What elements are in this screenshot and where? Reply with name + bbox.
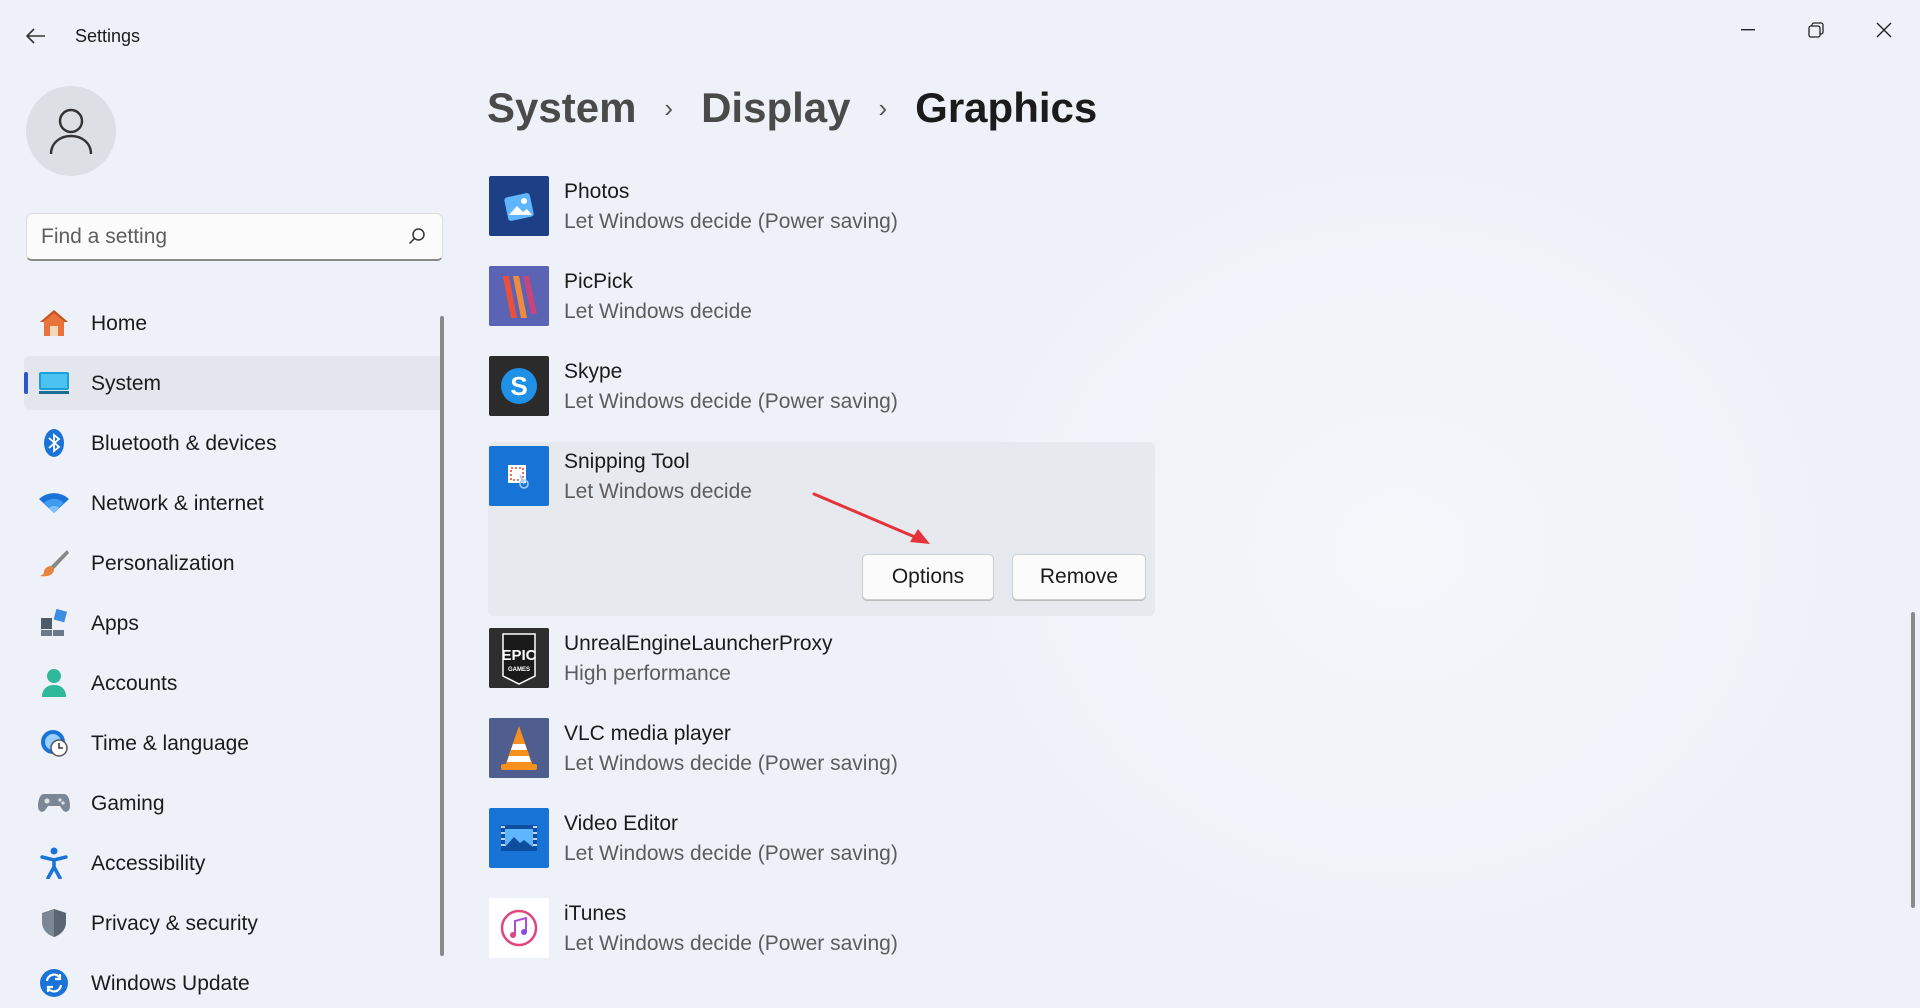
breadcrumb-display[interactable]: Display [701,84,850,132]
options-button[interactable]: Options [862,554,994,600]
back-arrow-icon [26,28,45,44]
close-button[interactable] [1856,8,1912,52]
sidebar-item-label: Gaming [91,792,165,815]
app-name: iTunes [564,902,627,925]
skype-app-icon: S [489,356,549,416]
app-preference: High performance [564,662,731,685]
sidebar-item-label: Windows Update [91,972,250,995]
close-icon [1876,22,1892,38]
update-icon [38,968,70,998]
app-preference: Let Windows decide [564,300,752,323]
avatar[interactable] [26,86,116,176]
wifi-icon [38,488,70,518]
sidebar-item-network[interactable]: Network & internet [24,476,444,530]
sidebar-item-label: Personalization [91,552,235,575]
home-icon [38,308,70,338]
sidebar-item-bluetooth[interactable]: Bluetooth & devices [24,416,444,470]
itunes-app-icon [489,898,549,958]
globe-clock-icon [38,728,70,758]
shield-icon [38,908,70,938]
app-name: UnrealEngineLauncherProxy [564,632,833,655]
system-icon [38,368,70,398]
sidebar-item-privacy[interactable]: Privacy & security [24,896,444,950]
sidebar-item-system[interactable]: System [24,356,444,410]
app-row-vlc[interactable]: VLC media player Let Windows decide (Pow… [488,714,1155,804]
snipping-tool-app-icon [489,446,549,506]
app-name: VLC media player [564,722,731,745]
app-row-skype[interactable]: S Skype Let Windows decide (Power saving… [488,352,1155,442]
apps-icon [38,608,70,638]
app-name: Snipping Tool [564,450,690,473]
svg-text:S: S [510,371,527,401]
app-row-photos[interactable]: Photos Let Windows decide (Power saving) [488,172,1155,262]
main-scrollbar[interactable] [1911,612,1915,908]
chevron-right-icon: › [664,92,674,123]
sidebar-item-accessibility[interactable]: Accessibility [24,836,444,890]
photos-app-icon [489,176,549,236]
sidebar-nav: Home System Bluetooth & devices Network … [24,296,444,1008]
sidebar-item-label: Accounts [91,672,178,695]
user-icon [49,108,93,155]
app-name: Photos [564,180,630,203]
bluetooth-icon [38,428,70,458]
page-title: Graphics [915,84,1098,131]
remove-button[interactable]: Remove [1012,554,1146,600]
epic-logo-text: EPIC [501,647,536,664]
chevron-right-icon: › [878,92,888,123]
sidebar-item-label: Bluetooth & devices [91,432,277,455]
sidebar-item-label: Network & internet [91,492,264,515]
sidebar-item-label: Accessibility [91,852,206,875]
sidebar-item-gaming[interactable]: Gaming [24,776,444,830]
breadcrumb: System › Display › Graphics [487,84,1097,132]
sidebar-item-label: Privacy & security [91,912,258,935]
app-name: PicPick [564,270,633,293]
sidebar-item-home[interactable]: Home [24,296,444,350]
app-preference: Let Windows decide (Power saving) [564,210,898,233]
sidebar-scrollbar[interactable] [440,316,444,956]
epic-games-app-icon: EPIC GAMES [489,628,549,688]
brush-icon [38,548,70,578]
sidebar-item-apps[interactable]: Apps [24,596,444,650]
minimize-icon [1741,29,1755,31]
app-row-picpick[interactable]: PicPick Let Windows decide [488,262,1155,352]
epic-logo-sub: GAMES [508,667,530,673]
search-input[interactable] [41,214,391,260]
restore-button[interactable] [1788,8,1844,52]
sidebar-item-personalization[interactable]: Personalization [24,536,444,590]
app-title: Settings [75,26,141,46]
back-button[interactable] [18,20,54,52]
sidebar-item-label: System [91,372,162,395]
gamepad-icon [38,788,70,818]
app-preference: Let Windows decide [564,480,752,503]
app-name: Skype [564,360,623,383]
annotation-arrow-icon [812,492,930,544]
app-preference: Let Windows decide (Power saving) [564,932,898,955]
sidebar-item-time-language[interactable]: Time & language [24,716,444,770]
sidebar-item-accounts[interactable]: Accounts [24,656,444,710]
accessibility-icon [38,847,70,879]
video-editor-app-icon [489,808,549,868]
sidebar-item-label: Home [91,312,148,335]
app-preference: Let Windows decide (Power saving) [564,842,898,865]
breadcrumb-system[interactable]: System [487,84,636,132]
app-name: Video Editor [564,812,679,835]
accounts-icon [38,668,70,698]
sidebar-item-label: Apps [91,612,139,635]
minimize-button[interactable] [1720,8,1776,52]
app-preference: Let Windows decide (Power saving) [564,752,898,775]
app-row-unreal-engine[interactable]: EPIC GAMES UnrealEngineLauncherProxy Hig… [488,624,1155,714]
sidebar-item-windows-update[interactable]: Windows Update [24,956,444,1008]
vlc-cone-icon [489,718,549,778]
restore-icon [1808,22,1824,38]
app-graphics-list: Photos Let Windows decide (Power saving)… [488,172,1155,984]
search-icon[interactable] [408,227,426,245]
app-preference: Let Windows decide (Power saving) [564,390,898,413]
picpick-app-icon [489,266,549,326]
search-box[interactable] [26,213,443,261]
app-row-video-editor[interactable]: Video Editor Let Windows decide (Power s… [488,804,1155,894]
sidebar-item-label: Time & language [91,732,249,755]
title-bar: Settings [0,0,1920,72]
app-row-itunes[interactable]: iTunes Let Windows decide (Power saving) [488,894,1155,984]
